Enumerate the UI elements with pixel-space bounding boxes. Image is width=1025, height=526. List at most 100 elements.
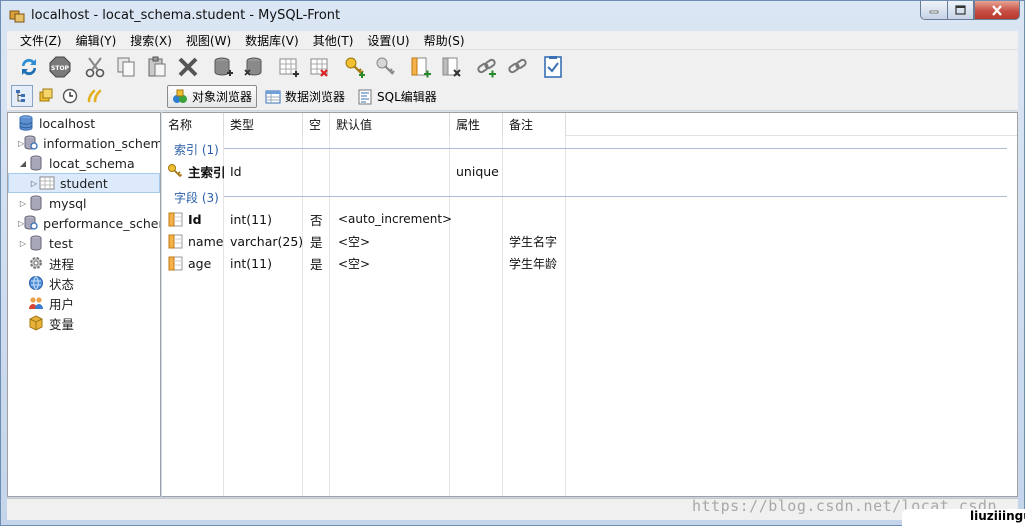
tree-view-icon [16,90,25,102]
maximize-button[interactable] [947,1,974,20]
tree-item-information-schema[interactable]: ▷ information_schem [8,133,160,153]
delete-foreign-key-button[interactable] [502,53,533,81]
tree-item-status[interactable]: 状态 [8,273,160,293]
bookmark-icon [39,88,53,102]
tree-item-label: 变量 [49,316,75,332]
tab-object-browser-label: 对象浏览器 [192,90,253,104]
row-null: 是 [310,234,323,250]
tab-data-browser[interactable]: 数据浏览器 [261,85,349,108]
row-default: <空> [338,256,371,271]
process-icon [28,255,44,271]
tab-object-browser[interactable]: 对象浏览器 [167,85,258,108]
menu-edit[interactable]: 编辑(Y) [69,32,124,49]
tree-item-variables[interactable]: 变量 [8,313,160,333]
add-table-button[interactable] [273,53,304,81]
delete-database-button[interactable] [238,53,269,81]
collapse-icon[interactable]: ◢ [18,158,28,168]
svg-text:STOP: STOP [51,65,70,72]
tree-item-label: information_schem [43,135,161,151]
tree-item-locat-schema[interactable]: ◢ locat_schema [8,153,160,173]
system-database-icon [24,215,38,231]
refresh-button[interactable] [13,53,44,81]
row-name: 主索引 [188,164,226,180]
bookmarks-button[interactable] [35,85,57,107]
column-header-comment[interactable]: 备注 [503,113,566,136]
table-icon [39,175,55,191]
tree-item-performance-schema[interactable]: ▷ performance_scher [8,213,160,233]
column-header-null[interactable]: 空 [303,113,330,136]
title-bar[interactable]: localhost - locat_schema.student - MySQL… [1,1,1024,31]
key-icon [167,163,183,179]
add-index-button[interactable] [339,53,370,81]
field-icon [167,255,183,271]
tree-item-mysql[interactable]: ▷ mysql [8,193,160,213]
copy-button[interactable] [110,53,141,81]
link-delete-icon [507,58,527,73]
tree-item-localhost[interactable]: localhost [8,113,160,133]
column-header-attributes[interactable]: 属性 [450,113,503,136]
tree-item-users[interactable]: 用户 [8,293,160,313]
menu-help[interactable]: 帮助(S) [417,32,472,49]
delete-index-button[interactable] [370,53,401,81]
menu-search[interactable]: 搜索(X) [123,32,179,49]
tree-item-label: test [49,235,74,251]
menu-bar: 文件(Z) 编辑(Y) 搜索(X) 视图(W) 数据库(V) 其他(T) 设置(… [7,31,1018,50]
paste-button[interactable] [141,53,172,81]
tree-item-label: localhost [39,115,96,131]
stop-icon: STOP [49,56,70,77]
tree-item-student[interactable]: ▷ student [8,173,160,193]
menu-other[interactable]: 其他(T) [306,32,361,49]
tree-item-processes[interactable]: 进程 [8,253,160,273]
add-field-button[interactable] [405,53,436,81]
column-header-type[interactable]: 类型 [224,113,303,136]
row-comment: 学生年龄 [509,256,558,271]
add-foreign-key-button[interactable] [471,53,502,81]
tab-sql-editor[interactable]: SQL编辑器 [353,85,441,108]
mysql-front-app-icon [9,8,25,24]
app-window: localhost - locat_schema.student - MySQL… [0,0,1025,526]
menu-database[interactable]: 数据库(V) [238,32,306,49]
row-name: age [188,255,212,271]
row-comment: 学生名字 [509,234,558,249]
tree-item-label: 用户 [49,296,75,312]
expand-icon[interactable]: ▷ [29,178,39,188]
minimize-button[interactable] [920,1,947,20]
stop-button[interactable]: STOP [44,53,75,81]
row-type: Id [230,163,242,179]
delete-field-button[interactable] [436,53,467,81]
tab-sql-editor-label: SQL编辑器 [377,90,437,104]
delete-icon [178,57,197,76]
group-header-fields[interactable]: 字段 (3) [174,189,219,206]
field-icon [167,211,183,227]
history-icon [62,88,78,104]
tree-item-label: locat_schema [49,155,135,171]
favorites-button[interactable] [83,85,105,107]
tree-item-label: student [60,175,108,191]
key-delete-icon [376,57,395,75]
group-header-indexes[interactable]: 索引 (1) [174,141,219,158]
delete-button[interactable] [172,53,203,81]
menu-file[interactable]: 文件(Z) [13,32,69,49]
column-header-name[interactable]: 名称 [162,113,224,136]
variables-icon [28,315,44,331]
cut-button[interactable] [79,53,110,81]
delete-table-button[interactable] [304,53,335,81]
menu-view[interactable]: 视图(W) [179,32,238,49]
row-type: varchar(25) [230,233,304,249]
field-delete-icon [442,57,461,77]
expand-icon[interactable]: ▷ [18,198,28,208]
menu-settings[interactable]: 设置(U) [360,32,416,49]
tree-view-button[interactable] [11,85,33,107]
field-add-icon [411,57,431,77]
column-header-default[interactable]: 默认值 [330,113,450,136]
expand-icon[interactable]: ▷ [18,238,28,248]
row-null: 否 [310,212,323,228]
grid-header: 名称 类型 空 默认值 属性 备注 [162,113,1017,136]
properties-button[interactable] [537,53,568,81]
history-button[interactable] [59,85,81,107]
add-database-button[interactable] [207,53,238,81]
tree-item-test[interactable]: ▷ test [8,233,160,253]
close-button[interactable] [974,1,1020,20]
tree-item-label: 状态 [49,276,75,292]
favorites-icon [87,89,102,103]
